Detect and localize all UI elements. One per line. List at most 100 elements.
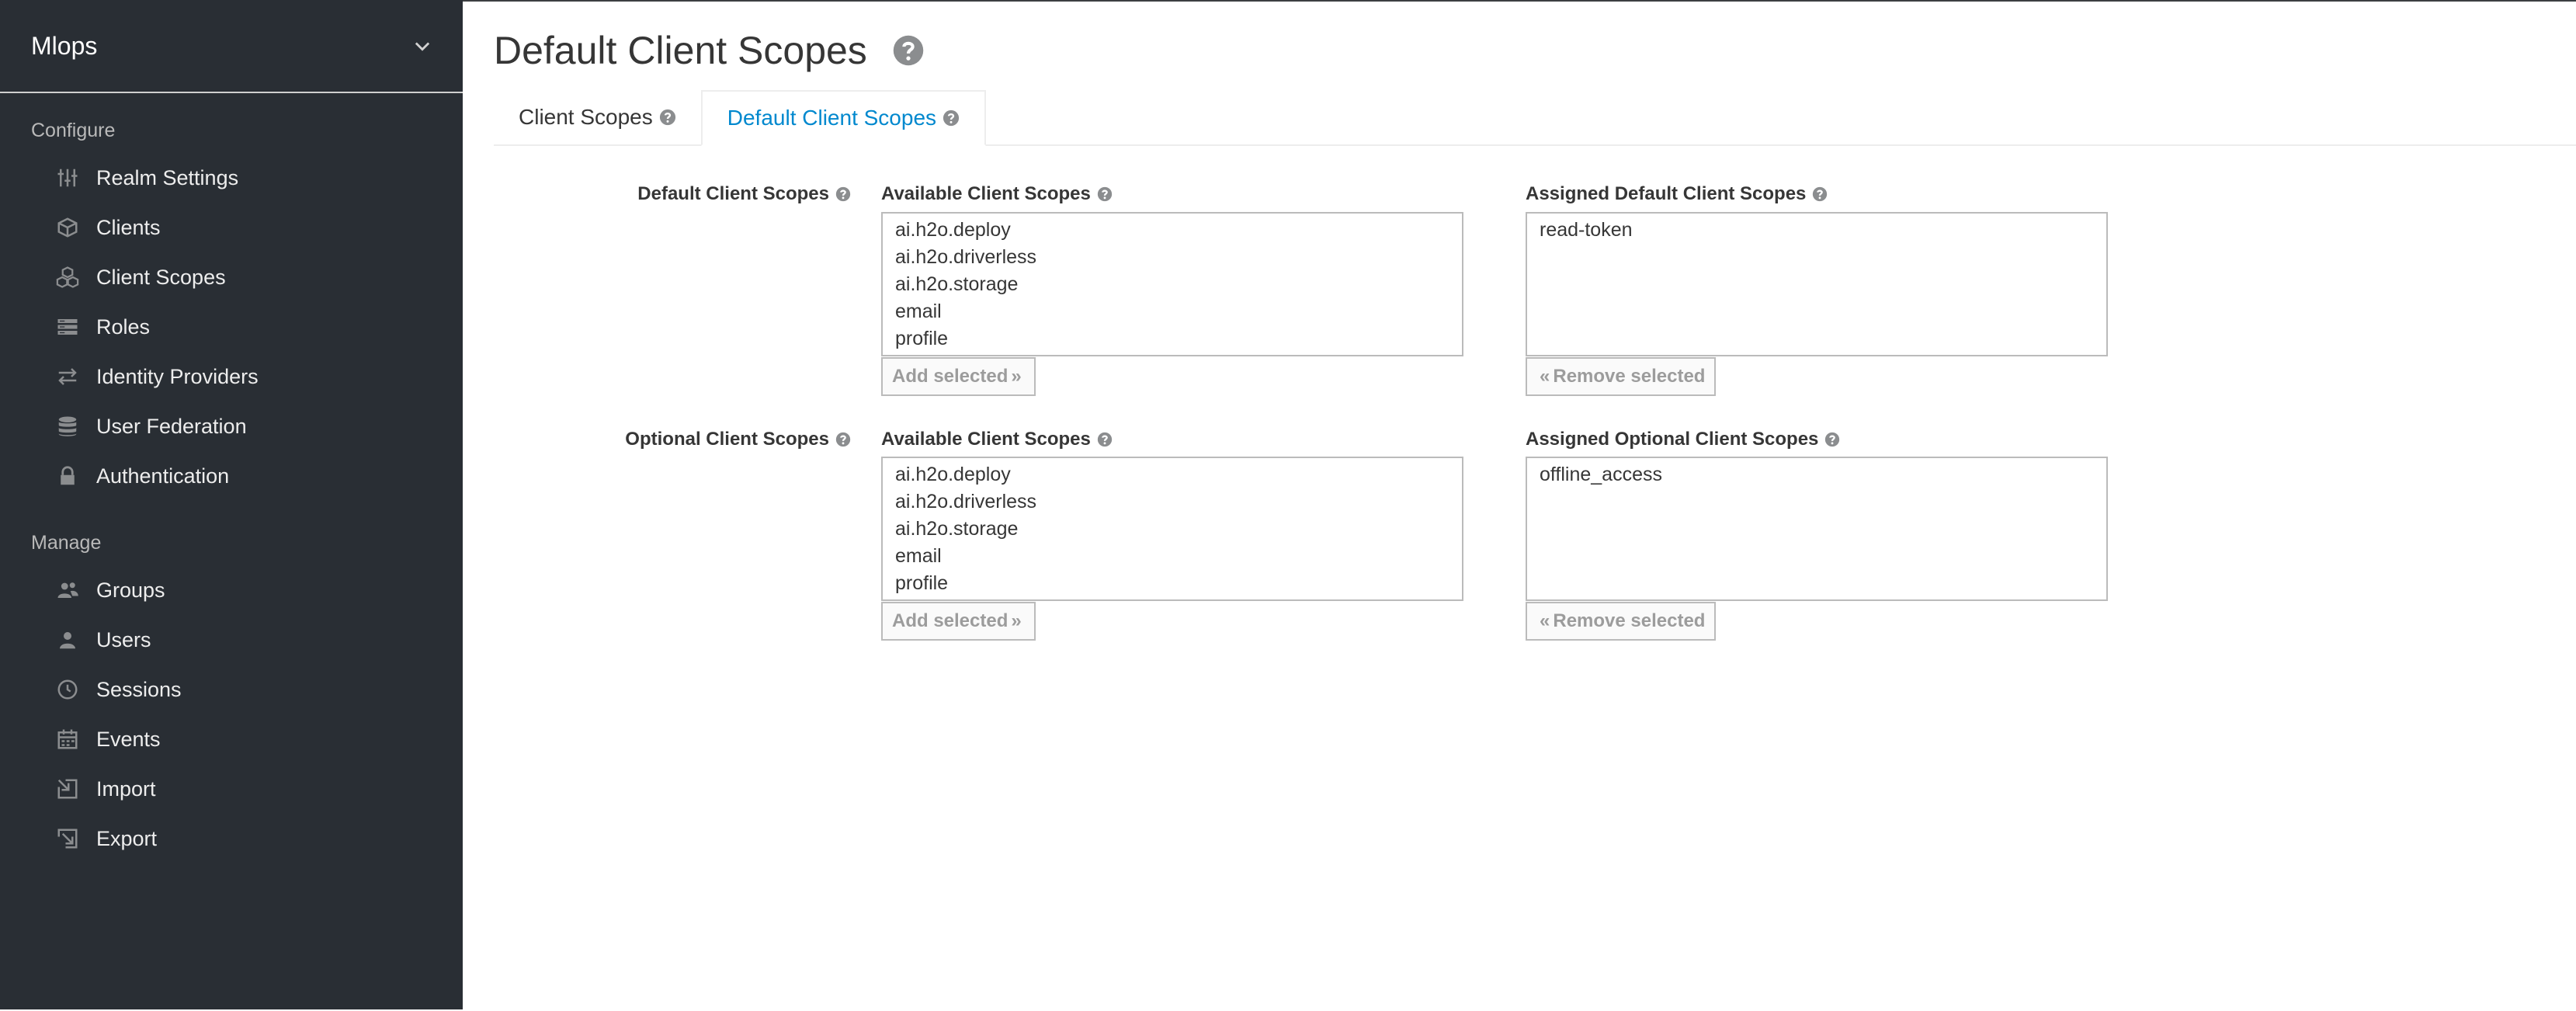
sidebar-item-events[interactable]: Events	[0, 714, 463, 764]
help-icon	[943, 109, 960, 127]
default-available-label: Available Client Scopes	[881, 183, 1113, 205]
list-option[interactable]: offline_access	[1527, 461, 2106, 488]
row-label-text: Optional Client Scopes	[625, 429, 829, 450]
optional-assigned-label: Assigned Optional Client Scopes	[1526, 429, 1840, 450]
realm-name: Mlops	[31, 31, 98, 60]
main-content: Default Client Scopes Client Scopes Defa…	[463, 0, 2576, 1011]
configure-section-title: Configure	[31, 120, 116, 141]
default-assigned-listbox[interactable]: read-token	[1526, 212, 2108, 356]
lock-icon	[61, 466, 75, 485]
help-icon	[1097, 186, 1113, 202]
import-icon	[57, 779, 78, 799]
sidebar-item-label: Sessions	[96, 677, 182, 701]
sidebar-item-label: Groups	[96, 578, 165, 602]
calendar-icon	[57, 729, 78, 749]
optional-scopes-row-label: Optional Client Scopes	[625, 429, 851, 450]
button-label: Remove selected	[1553, 610, 1706, 631]
column-label-text: Available Client Scopes	[881, 429, 1091, 450]
tab-label: Default Client Scopes	[727, 106, 937, 130]
help-icon	[1813, 186, 1828, 202]
remove-selected-button[interactable]: « Remove selected	[1526, 602, 1717, 641]
sidebar-item-export[interactable]: Export	[0, 814, 463, 863]
sidebar-item-client-scopes[interactable]: Client Scopes	[0, 252, 463, 302]
sidebar-item-sessions[interactable]: Sessions	[0, 665, 463, 714]
sidebar-item-label: Events	[96, 727, 161, 751]
list-option[interactable]: read-token	[1527, 217, 2106, 244]
sidebar-item-label: User Federation	[96, 414, 247, 438]
sidebar-item-realm-settings[interactable]: Realm Settings	[0, 153, 463, 203]
tab-default-client-scopes[interactable]: Default Client Scopes	[700, 90, 987, 146]
button-label: Add selected	[892, 366, 1009, 387]
manage-nav: Groups Users Sessions Events Import Expo…	[0, 565, 463, 863]
column-label-text: Assigned Optional Client Scopes	[1526, 429, 1819, 450]
roles-icon	[57, 319, 78, 335]
double-chevron-right-icon: »	[1011, 610, 1022, 631]
optional-assigned-listbox[interactable]: offline_access	[1526, 457, 2108, 601]
clock-icon	[57, 679, 78, 700]
chevron-down-icon	[415, 42, 430, 51]
list-option[interactable]: ai.h2o.driverless	[883, 488, 1462, 516]
add-selected-button[interactable]: Add selected »	[881, 602, 1036, 641]
default-available-listbox[interactable]: ai.h2o.deploy ai.h2o.driverless ai.h2o.s…	[881, 212, 1463, 356]
sidebar-item-label: Realm Settings	[96, 165, 239, 189]
sidebar-item-import[interactable]: Import	[0, 764, 463, 814]
list-option[interactable]: ai.h2o.deploy	[883, 217, 1462, 244]
sidebar-item-label: Clients	[96, 215, 161, 239]
column-label-text: Available Client Scopes	[881, 183, 1091, 204]
tab-client-scopes[interactable]: Client Scopes	[494, 90, 701, 144]
sidebar-item-label: Client Scopes	[96, 265, 226, 289]
column-label-text: Assigned Default Client Scopes	[1526, 183, 1807, 204]
list-option[interactable]: email	[883, 543, 1462, 570]
help-icon	[835, 186, 851, 202]
help-icon	[1097, 432, 1113, 447]
list-option[interactable]: profile	[883, 570, 1462, 597]
add-selected-button[interactable]: Add selected »	[881, 357, 1036, 396]
sidebar-item-identity-providers[interactable]: Identity Providers	[0, 352, 463, 401]
sidebar-item-groups[interactable]: Groups	[0, 565, 463, 615]
user-icon	[60, 632, 75, 649]
title-row: Default Client Scopes	[494, 28, 925, 73]
page-title: Default Client Scopes	[494, 29, 867, 72]
export-icon	[57, 829, 78, 849]
row-label-text: Default Client Scopes	[637, 183, 829, 204]
sidebar-item-clients[interactable]: Clients	[0, 203, 463, 252]
help-icon	[659, 109, 675, 126]
sidebar: Mlops Configure Realm Settings Clients C…	[0, 0, 463, 1009]
default-scopes-row-label: Default Client Scopes	[637, 183, 851, 205]
manage-section-title: Manage	[31, 532, 102, 554]
default-assigned-label: Assigned Default Client Scopes	[1526, 183, 1828, 205]
optional-available-label: Available Client Scopes	[881, 429, 1113, 450]
users-icon	[57, 582, 78, 598]
list-option[interactable]: ai.h2o.storage	[883, 516, 1462, 543]
sidebar-item-label: Authentication	[96, 464, 230, 488]
database-icon	[58, 416, 77, 436]
realm-selector[interactable]: Mlops	[0, 0, 463, 93]
optional-available-listbox[interactable]: ai.h2o.deploy ai.h2o.driverless ai.h2o.s…	[881, 457, 1463, 601]
button-label: Remove selected	[1553, 366, 1706, 387]
cube-icon	[57, 217, 78, 238]
help-icon	[835, 432, 851, 447]
sidebar-item-users[interactable]: Users	[0, 615, 463, 665]
list-option[interactable]: ai.h2o.storage	[883, 271, 1462, 298]
double-chevron-left-icon: «	[1540, 610, 1550, 631]
configure-nav: Realm Settings Clients Client Scopes Rol…	[0, 153, 463, 501]
list-option[interactable]: ai.h2o.driverless	[883, 244, 1462, 271]
double-chevron-left-icon: «	[1540, 366, 1550, 387]
button-label: Add selected	[892, 610, 1009, 631]
sidebar-item-label: Import	[96, 776, 156, 801]
sidebar-item-label: Users	[96, 627, 151, 651]
sidebar-item-user-federation[interactable]: User Federation	[0, 401, 463, 451]
sidebar-item-roles[interactable]: Roles	[0, 302, 463, 352]
remove-selected-button[interactable]: « Remove selected	[1526, 357, 1717, 396]
exchange-icon	[58, 368, 77, 385]
tabs: Client Scopes Default Client Scopes	[494, 90, 2576, 146]
cubes-icon	[56, 266, 79, 288]
list-option[interactable]: profile	[883, 325, 1462, 353]
sidebar-item-label: Roles	[96, 314, 151, 339]
double-chevron-right-icon: »	[1011, 366, 1022, 387]
tab-label: Client Scopes	[519, 105, 653, 129]
list-option[interactable]: ai.h2o.deploy	[883, 461, 1462, 488]
list-option[interactable]: email	[883, 298, 1462, 325]
sidebar-item-authentication[interactable]: Authentication	[0, 451, 463, 501]
help-icon[interactable]	[892, 34, 925, 67]
